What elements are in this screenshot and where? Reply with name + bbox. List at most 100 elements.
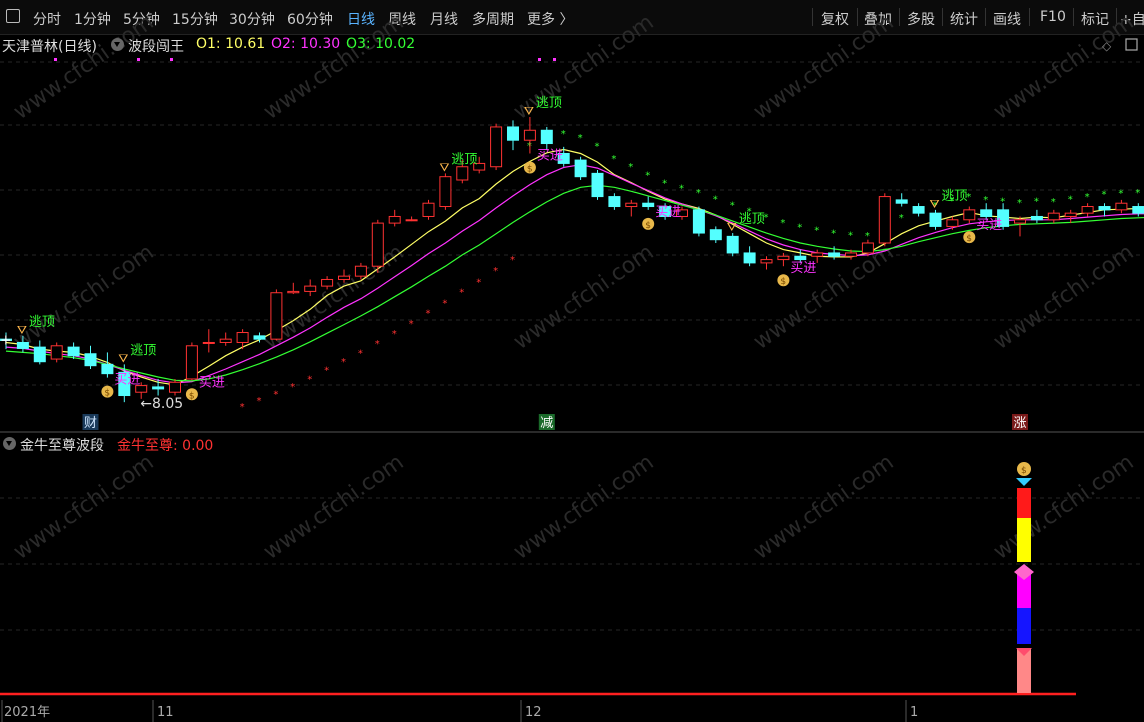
x-axis-label: 11 <box>157 705 174 720</box>
indicator-dropdown-icon[interactable] <box>111 38 124 51</box>
candle-body <box>405 219 418 222</box>
candle <box>287 282 300 295</box>
signal-dot: * <box>442 299 447 310</box>
signal-dot: * <box>392 329 397 340</box>
signal-dot: * <box>561 129 566 140</box>
signal-dot: * <box>679 183 684 194</box>
candle-body <box>811 252 824 257</box>
candle <box>625 199 638 217</box>
candle-body <box>422 202 435 217</box>
candle-body <box>929 212 942 227</box>
subchart-dropdown-icon[interactable] <box>3 437 16 450</box>
signal-bar-segment <box>1017 608 1031 644</box>
signal-dot: * <box>1051 197 1056 208</box>
signal-dot: * <box>375 339 380 350</box>
candle-body <box>895 199 908 204</box>
x-axis-label: 2021年 <box>4 705 50 720</box>
o1-value: O1: 10.61 <box>196 36 266 52</box>
bow-icon <box>1016 478 1032 486</box>
candle <box>371 219 384 273</box>
signal-dot: * <box>409 319 414 330</box>
escape-top-label: 逃顶 <box>29 315 55 330</box>
candle <box>929 209 942 230</box>
buy-in-label: 买进 <box>790 261 816 276</box>
candle-body <box>980 209 993 217</box>
signal-dot: * <box>899 213 904 224</box>
x-axis: 2021年 11 12 1 <box>1 700 918 722</box>
signal-dot: * <box>797 222 802 233</box>
purple-dot <box>170 58 173 61</box>
candle-body <box>1047 212 1060 221</box>
escape-top-label: 逃顶 <box>130 343 156 358</box>
candle-body <box>287 290 300 294</box>
money-bag-symbol: $ <box>1021 466 1027 476</box>
signal-dot: * <box>257 396 262 407</box>
buy-in-label: 买进 <box>655 205 681 220</box>
o3-value: O3: 10.02 <box>346 36 416 52</box>
escape-top-icon: ⛛ <box>439 160 449 174</box>
candle-body <box>777 255 790 261</box>
cross-marker: + <box>0 332 12 348</box>
escape-top-label: 逃顶 <box>451 152 477 167</box>
candle-body <box>574 159 587 178</box>
buy-in-label: 买进 <box>199 375 225 390</box>
marker-jian: 减 <box>540 416 553 431</box>
candle <box>84 345 97 369</box>
candle-body <box>1064 212 1077 217</box>
candle-body <box>219 338 232 343</box>
money-bag-symbol: $ <box>189 391 195 401</box>
candle-body <box>845 252 857 257</box>
candle <box>608 193 621 210</box>
candle <box>540 126 553 151</box>
x-axis-label: 12 <box>525 705 542 720</box>
stock-name-label[interactable]: 天津普林(日线) <box>2 36 97 56</box>
candle-body <box>304 285 317 292</box>
indicator-name-label[interactable]: 波段闯王 <box>128 36 184 56</box>
o2-value: O2: 10.30 <box>271 36 341 52</box>
subchart-indicator-name[interactable]: 金牛至尊波段 <box>20 435 104 455</box>
candle-body <box>33 346 46 363</box>
signal-dot: * <box>848 230 853 241</box>
signal-dot: * <box>814 226 819 237</box>
candle-body <box>321 278 334 287</box>
kline-chart[interactable]: www.cfchi.com www.cfchi.com www.cfchi.com w… <box>0 0 1144 722</box>
candle <box>101 352 114 378</box>
escape-top-label: 逃顶 <box>536 96 562 111</box>
signal-dot: * <box>1034 197 1039 208</box>
signal-dot: * <box>1135 188 1140 199</box>
candle <box>895 193 908 207</box>
watermark-text: www.cfchi.com <box>989 240 1138 355</box>
candle-body <box>523 129 536 141</box>
candle-body <box>338 275 350 280</box>
candle <box>709 226 722 243</box>
candle-body <box>354 265 367 277</box>
ma-line-o2 <box>5 164 1144 384</box>
candle <box>743 246 756 267</box>
candle-body <box>507 126 519 141</box>
signal-dot: * <box>240 402 245 413</box>
candle-body <box>50 345 63 360</box>
candle <box>642 196 655 210</box>
candle <box>304 279 317 297</box>
candle-body <box>439 176 452 208</box>
candle <box>760 256 773 270</box>
candle-body <box>963 209 976 221</box>
candle <box>1115 199 1128 214</box>
money-bag-symbol: $ <box>966 234 972 244</box>
watermark-text: www.cfchi.com <box>749 10 898 125</box>
candle-body <box>1115 202 1128 211</box>
candle-body <box>1014 219 1026 224</box>
buy-in-label: 买进 <box>976 218 1002 233</box>
signal-dot: * <box>628 162 633 173</box>
candle <box>490 123 503 171</box>
candle <box>574 156 587 180</box>
signal-dot: * <box>662 179 667 190</box>
candle-body <box>1098 206 1111 211</box>
signal-dot: * <box>713 195 718 206</box>
candle-body <box>1132 206 1144 214</box>
escape-top-icon: ⛛ <box>930 197 940 211</box>
escape-top-label: 逃顶 <box>739 212 765 227</box>
signal-dot: * <box>358 348 363 359</box>
subchart-value-label: 金牛至尊: 0.00 <box>117 438 214 454</box>
candle-body <box>946 219 959 227</box>
